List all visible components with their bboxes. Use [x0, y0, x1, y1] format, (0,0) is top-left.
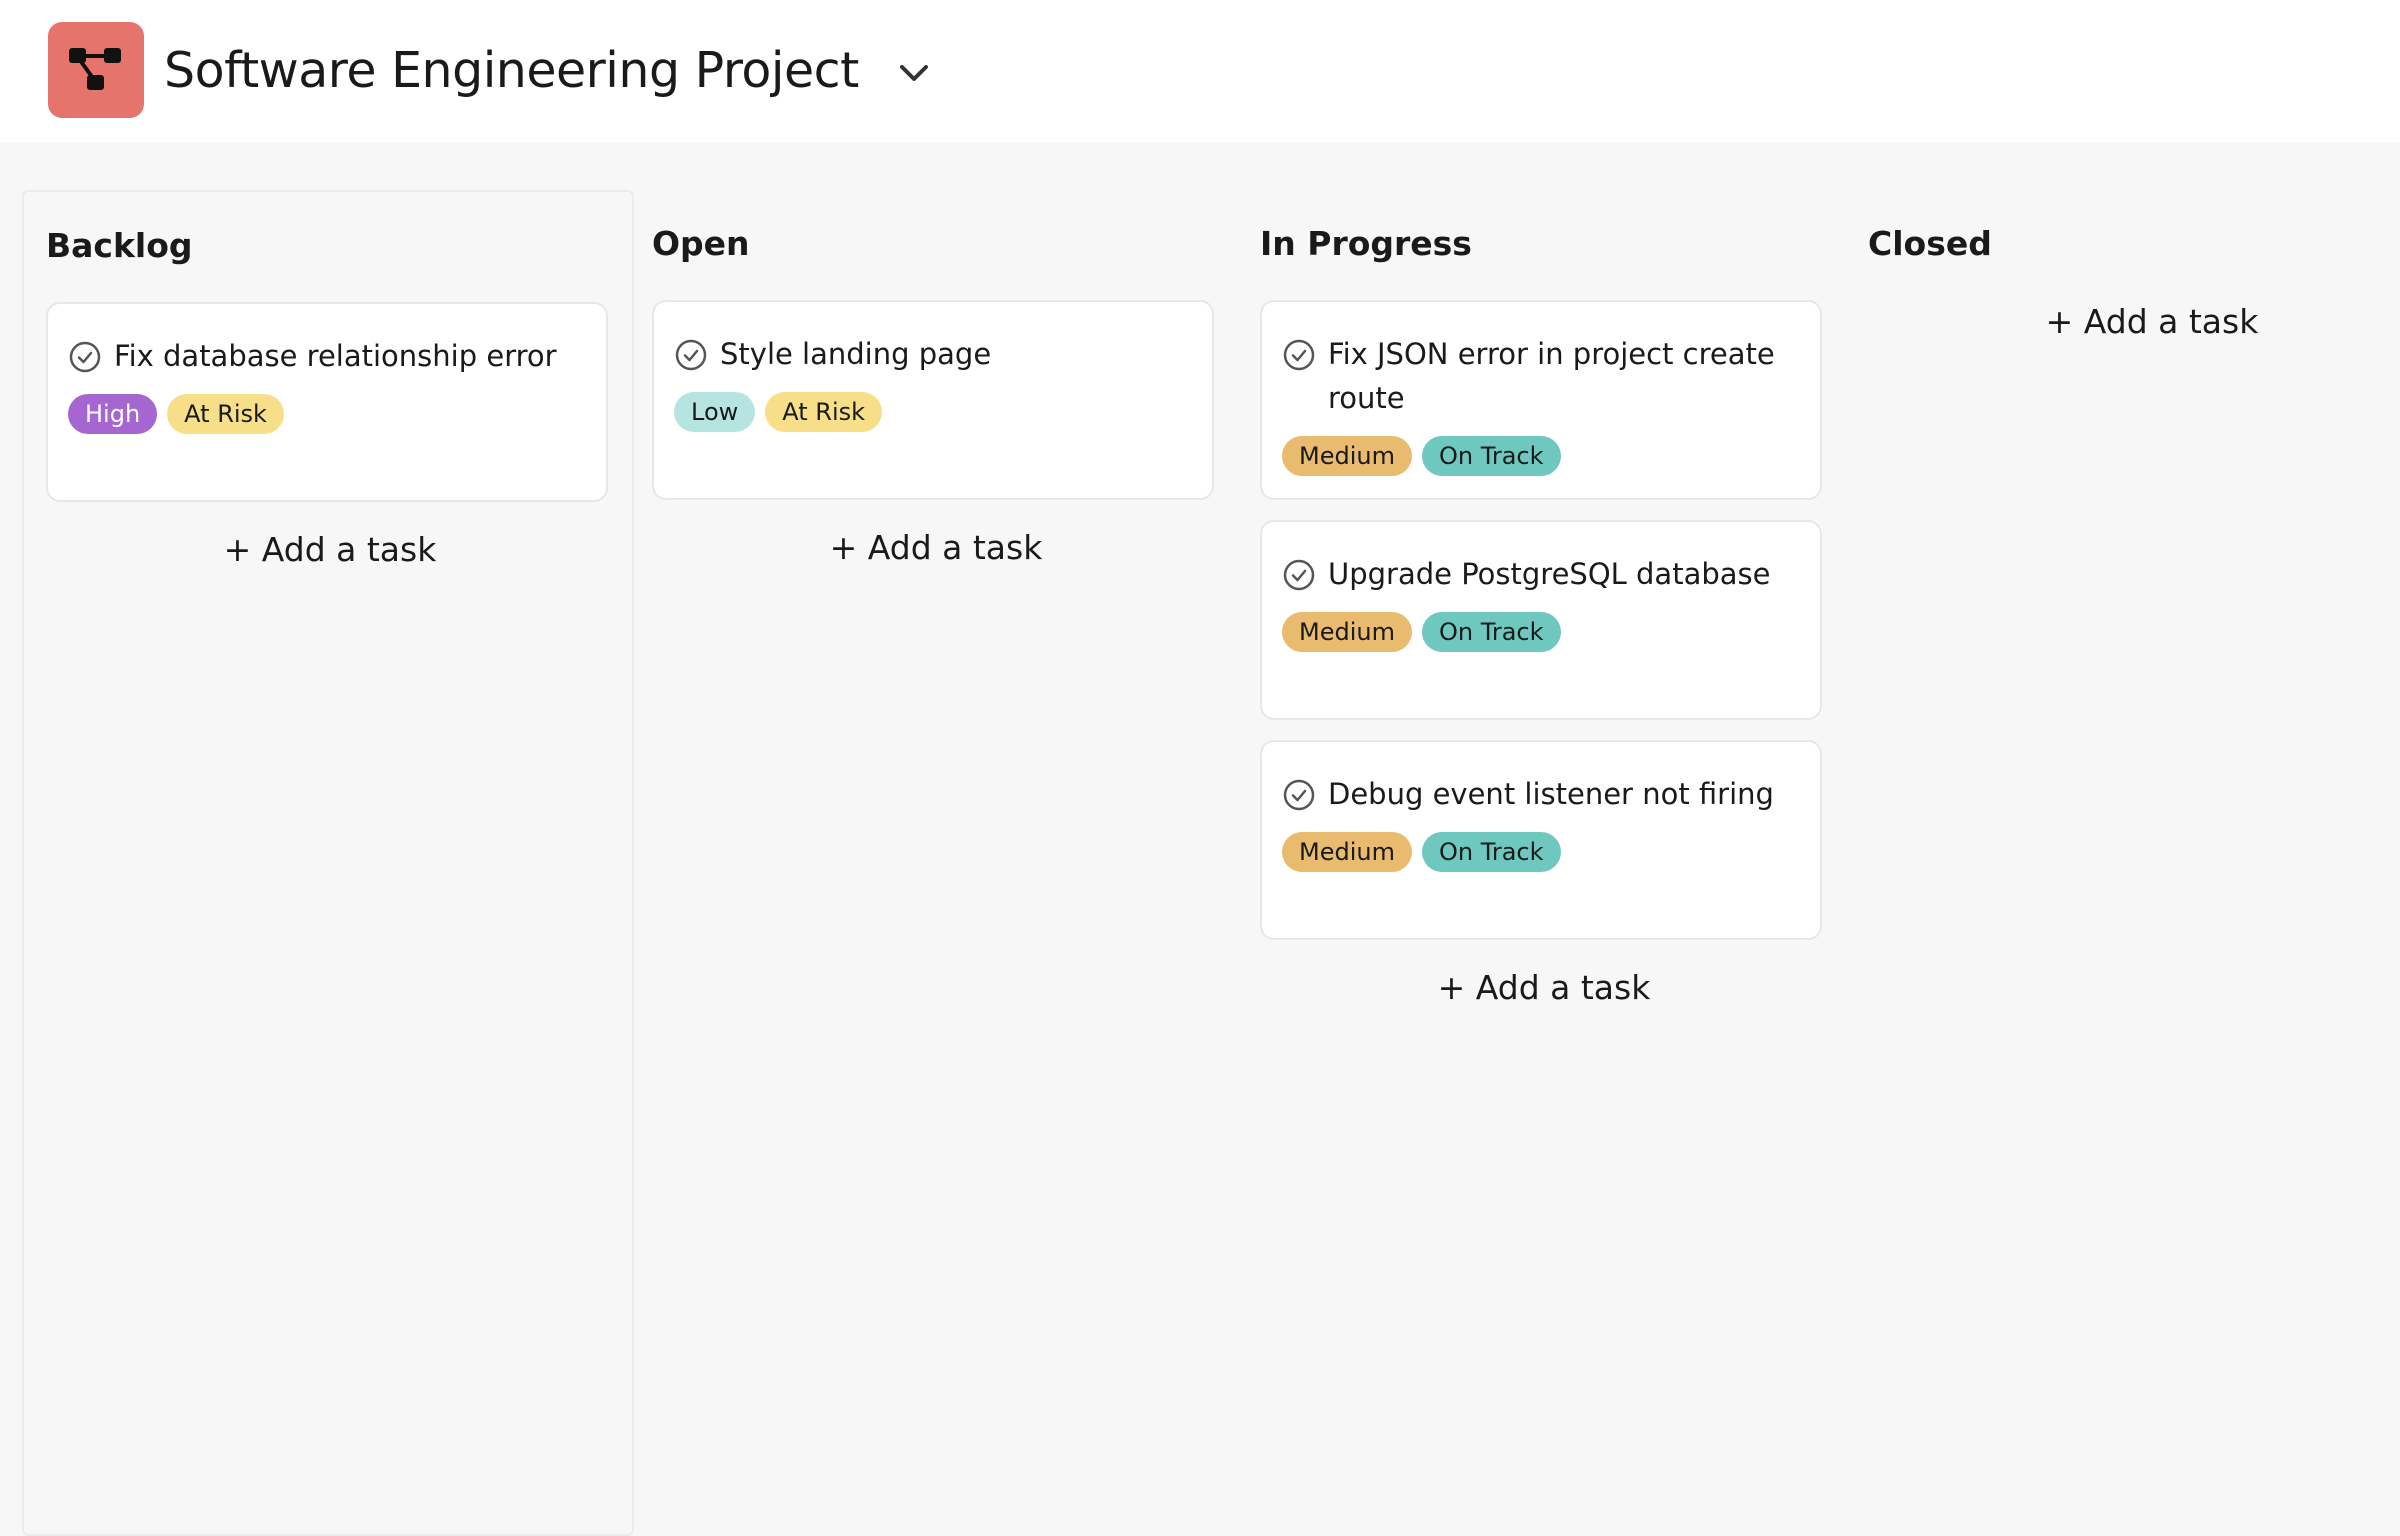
project-title: Software Engineering Project — [164, 42, 859, 99]
column-title: Backlog — [46, 226, 193, 265]
column-closed: Closed + Add a task — [1846, 190, 2400, 1536]
status-badge: On Track — [1421, 612, 1561, 652]
status-badge: On Track — [1421, 436, 1561, 476]
column-title: Closed — [1868, 224, 1992, 263]
project-hierarchy-icon[interactable] — [48, 22, 144, 118]
add-task-button[interactable]: + Add a task — [1238, 966, 1850, 1010]
check-circle-icon[interactable] — [674, 338, 708, 372]
add-task-button[interactable]: + Add a task — [1846, 300, 2400, 344]
column-in-progress: In Progress Fix JSON error in project cr… — [1238, 190, 1850, 1536]
column-title: Open — [652, 224, 750, 263]
task-card[interactable]: Debug event listener not firing Medium O… — [1260, 740, 1822, 940]
priority-badge: Low — [674, 392, 756, 432]
column-title: In Progress — [1260, 224, 1472, 263]
check-circle-icon[interactable] — [1282, 778, 1316, 812]
task-tags: Low At Risk — [674, 392, 883, 432]
add-task-button[interactable]: + Add a task — [630, 526, 1242, 570]
task-title: Upgrade PostgreSQL database — [1328, 557, 1771, 591]
task-card[interactable]: Style landing page Low At Risk — [652, 300, 1214, 500]
task-title: Fix database relationship error — [114, 339, 557, 373]
app-header: Software Engineering Project — [0, 0, 2400, 142]
chevron-down-icon[interactable] — [892, 56, 936, 92]
task-title: Style landing page — [720, 337, 992, 371]
kanban-board: Backlog Fix database relationship error … — [0, 142, 2400, 1536]
add-task-button[interactable]: + Add a task — [24, 528, 636, 572]
priority-badge: Medium — [1282, 832, 1412, 872]
status-badge: On Track — [1421, 832, 1561, 872]
check-circle-icon[interactable] — [68, 340, 102, 374]
task-tags: Medium On Track — [1282, 832, 1561, 872]
status-badge: At Risk — [167, 394, 284, 434]
task-tags: High At Risk — [68, 394, 284, 434]
task-tags: Medium On Track — [1282, 612, 1561, 652]
column-open: Open Style landing page Low At Risk + Ad… — [630, 190, 1242, 1536]
task-title: Fix JSON error in project create route — [1328, 337, 1775, 415]
priority-badge: Medium — [1282, 612, 1412, 652]
check-circle-icon[interactable] — [1282, 338, 1316, 372]
priority-badge: High — [68, 394, 158, 434]
status-badge: At Risk — [765, 392, 883, 432]
task-tags: Medium On Track — [1282, 436, 1561, 476]
priority-badge: Medium — [1282, 436, 1412, 476]
column-backlog: Backlog Fix database relationship error … — [22, 190, 634, 1536]
check-circle-icon[interactable] — [1282, 558, 1316, 592]
task-card[interactable]: Fix database relationship error High At … — [46, 302, 608, 502]
task-card[interactable]: Fix JSON error in project create route M… — [1260, 300, 1822, 500]
task-title: Debug event listener not firing — [1328, 777, 1774, 811]
task-card[interactable]: Upgrade PostgreSQL database Medium On Tr… — [1260, 520, 1822, 720]
